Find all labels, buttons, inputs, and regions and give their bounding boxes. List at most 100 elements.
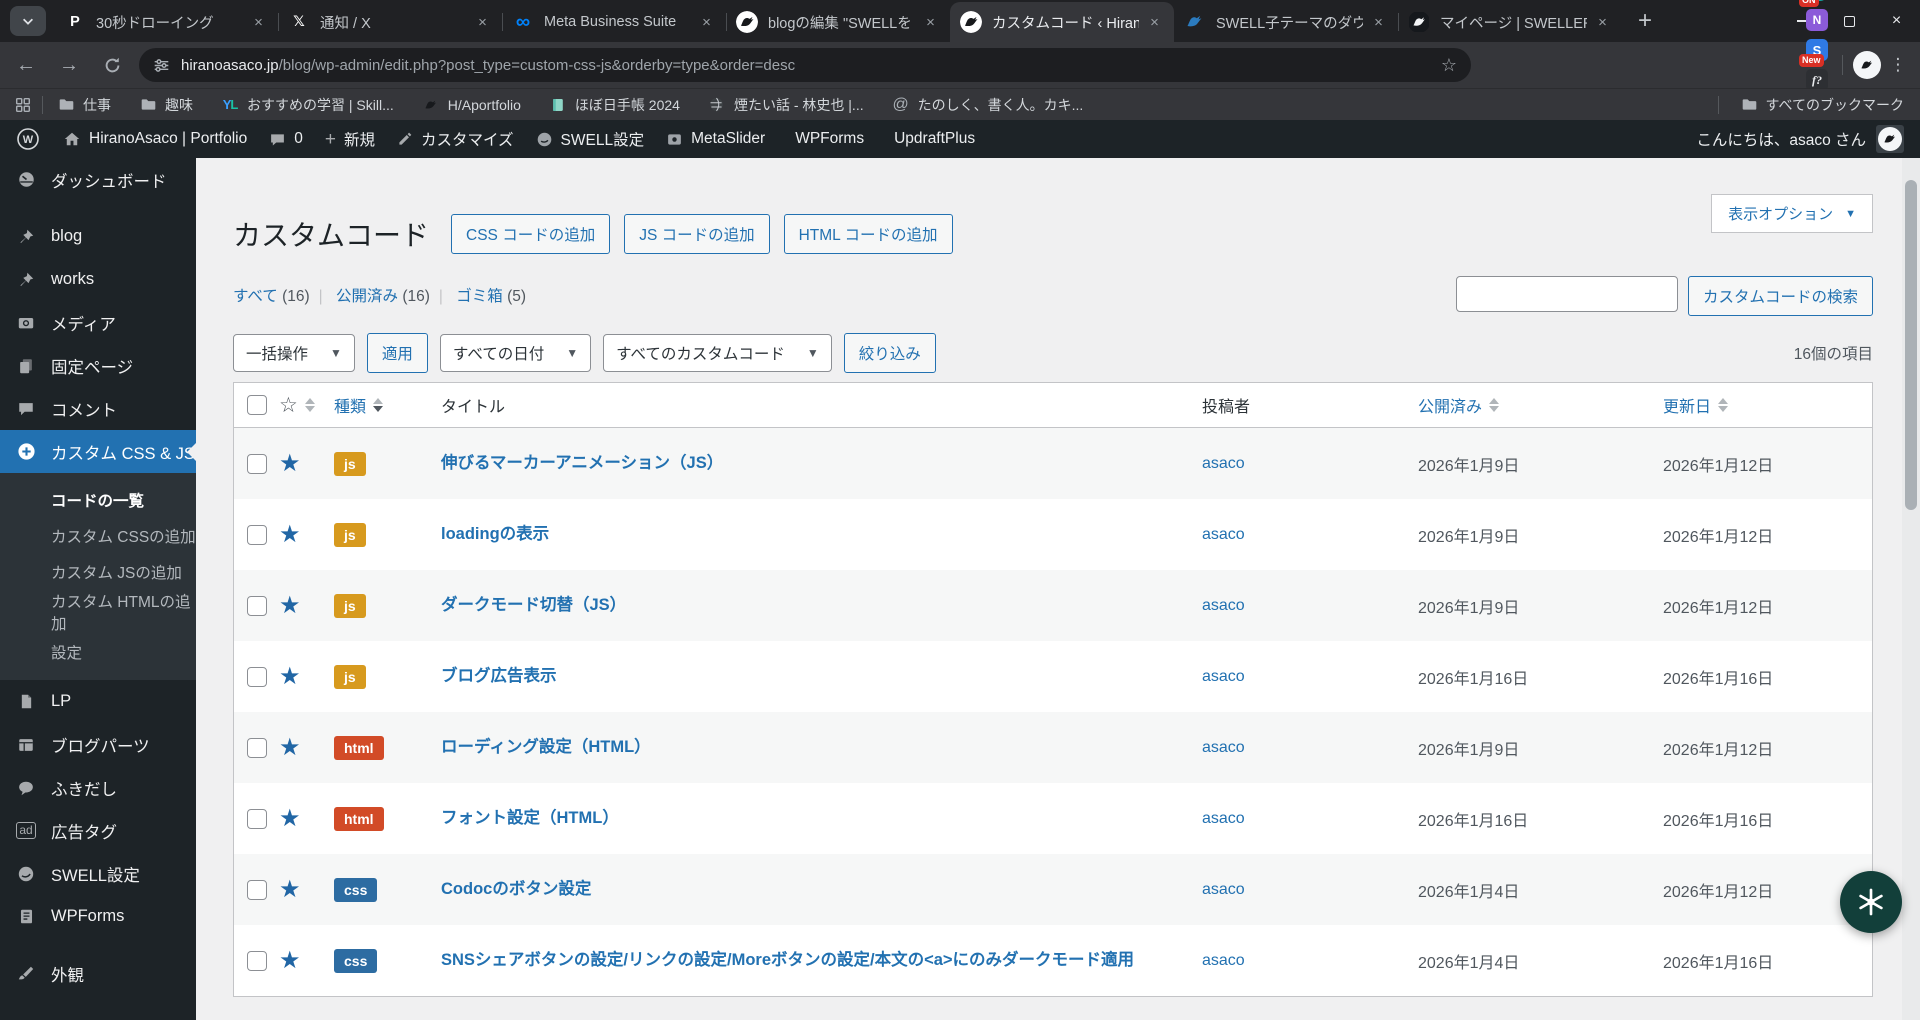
tab-close-icon[interactable]: × (697, 13, 716, 32)
new-tab-button[interactable]: + (1628, 4, 1662, 38)
row-title-link[interactable]: 伸びるマーカーアニメーション（JS） (441, 454, 723, 472)
browser-tab[interactable]: カスタムコード ‹ HiranoA × (950, 2, 1174, 42)
row-author-link[interactable]: asaco (1202, 526, 1245, 543)
add-code-button[interactable]: CSS コードの追加 (451, 214, 611, 254)
row-title-link[interactable]: ダークモード切替（JS） (441, 596, 626, 614)
favorite-star-icon[interactable]: ★ (279, 451, 301, 476)
extension-icon[interactable]: S New (1799, 35, 1832, 67)
browser-tab[interactable]: ∞ Meta Business Suite × (502, 2, 726, 42)
row-checkbox[interactable] (246, 879, 267, 900)
chat-widget[interactable] (1840, 871, 1902, 933)
favorite-star-icon[interactable]: ★ (279, 806, 301, 831)
row-checkbox[interactable] (246, 524, 267, 545)
adminbar-item[interactable]: HiranoAsaco | Portfolio (52, 120, 258, 158)
adminbar-account[interactable]: こんにちは、asaco さん (1696, 125, 1920, 153)
sidebar-item-custom-css-js[interactable]: カスタム CSS & JS (0, 430, 196, 473)
add-code-button[interactable]: HTML コードの追加 (783, 214, 953, 254)
scrollbar-thumb[interactable] (1905, 180, 1917, 510)
sidebar-menu-item[interactable]: WPForms (0, 895, 196, 938)
tab-close-icon[interactable]: × (1593, 13, 1612, 32)
view-label[interactable]: ゴミ箱 (456, 288, 503, 305)
sidebar-submenu-item[interactable]: 設定 (0, 634, 196, 670)
bookmark-item[interactable]: 趣味 (139, 95, 193, 115)
back-icon[interactable]: ← (9, 48, 43, 82)
tab-search-button[interactable] (10, 6, 46, 36)
screen-options-button[interactable]: 表示オプション ▼ (1711, 194, 1873, 233)
favorite-star-icon[interactable]: ★ (279, 593, 301, 618)
row-checkbox[interactable] (246, 453, 267, 474)
row-title-link[interactable]: ブログ広告表示 (441, 667, 557, 685)
bulk-actions-select[interactable]: 一括操作 ▼ (233, 334, 355, 372)
row-author-link[interactable]: asaco (1202, 597, 1245, 614)
wordpress-logo-icon[interactable]: W (0, 127, 52, 151)
sidebar-menu-item[interactable]: コメント (0, 387, 196, 430)
column-type[interactable]: 種類 (334, 393, 384, 417)
column-published[interactable]: 公開済み (1418, 393, 1500, 417)
adminbar-item[interactable]: SWELL設定 (525, 120, 656, 158)
profile-avatar[interactable] (1853, 51, 1881, 79)
sidebar-menu-item[interactable]: ダッシュボード (0, 158, 196, 201)
browser-menu-icon[interactable]: ⋮ (1888, 55, 1908, 75)
browser-tab[interactable]: 𝕏 通知 / X × (278, 2, 502, 42)
browser-tab[interactable]: blogの編集 "SWELLを × (726, 2, 950, 42)
favorite-star-icon[interactable]: ★ (279, 522, 301, 547)
view-filter-link[interactable]: 公開済み (16) (336, 288, 452, 305)
favorite-star-icon[interactable]: ★ (279, 948, 301, 973)
adminbar-item[interactable]: WPForms (776, 120, 875, 158)
row-title-link[interactable]: loadingの表示 (441, 525, 549, 543)
row-checkbox[interactable] (246, 666, 267, 687)
bookmark-item[interactable]: ほぼ日手帳 2024 (549, 95, 680, 115)
sidebar-submenu-item[interactable]: コードの一覧 (0, 482, 196, 518)
select-all-checkbox[interactable] (246, 395, 267, 415)
adminbar-item[interactable]: UpdraftPlus (875, 120, 986, 158)
add-code-button[interactable]: JS コードの追加 (624, 214, 770, 254)
row-checkbox[interactable] (246, 595, 267, 616)
sidebar-menu-item[interactable]: LP (0, 680, 196, 723)
sidebar-menu-item[interactable]: メディア (0, 301, 196, 344)
row-title-link[interactable]: SNSシェアボタンの設定/リンクの設定/Moreボタンの設定/本文の<a>にのみ… (441, 951, 1134, 969)
row-title-link[interactable]: Codocのボタン設定 (441, 880, 591, 898)
adminbar-item[interactable]: 0 (258, 120, 314, 158)
row-checkbox[interactable] (246, 950, 267, 971)
row-author-link[interactable]: asaco (1202, 739, 1245, 756)
bookmark-item[interactable]: 煙たい話 - 林史也 |... (708, 95, 864, 115)
sidebar-menu-item[interactable]: 外観 (0, 952, 196, 995)
row-checkbox[interactable] (246, 808, 267, 829)
row-author-link[interactable]: asaco (1202, 455, 1245, 472)
favorite-star-icon[interactable]: ★ (279, 735, 301, 760)
sidebar-menu-item[interactable]: ad 広告タグ (0, 809, 196, 852)
row-title-link[interactable]: ローディング設定（HTML） (441, 738, 651, 756)
bookmark-item[interactable]: H/Aportfolio (422, 95, 521, 115)
browser-tab[interactable]: SWELL子テーマのダウン × (1174, 2, 1398, 42)
apps-grid-icon[interactable] (14, 96, 32, 114)
apply-button[interactable]: 適用 (366, 333, 428, 373)
address-bar[interactable]: hiranoasaco.jp/blog/wp-admin/edit.php?po… (139, 48, 1471, 82)
sidebar-menu-item[interactable]: works (0, 258, 196, 301)
column-modified[interactable]: 更新日 (1663, 393, 1729, 417)
sidebar-menu-item[interactable]: blog (0, 215, 196, 258)
browser-tab[interactable]: マイページ | SWELLERS' × (1398, 2, 1622, 42)
site-info-icon[interactable] (153, 57, 170, 74)
type-filter-select[interactable]: すべてのカスタムコード ▼ (603, 334, 832, 372)
sidebar-submenu-item[interactable]: カスタム JSの追加 (0, 554, 196, 590)
bookmark-item[interactable]: @ たのしく、書く人。カキ... (892, 95, 1083, 115)
extension-icon[interactable]: N (1802, 5, 1832, 35)
sidebar-submenu-item[interactable]: カスタム CSSの追加 (0, 518, 196, 554)
favorite-star-icon[interactable]: ★ (279, 664, 301, 689)
row-checkbox[interactable] (246, 737, 267, 758)
adminbar-item[interactable]: MetaSlider (655, 120, 776, 158)
adminbar-item[interactable]: カスタマイズ (386, 120, 525, 158)
row-author-link[interactable]: asaco (1202, 881, 1245, 898)
date-filter-select[interactable]: すべての日付 ▼ (439, 334, 592, 372)
sidebar-menu-item[interactable]: 固定ページ (0, 344, 196, 387)
page-scrollbar[interactable] (1902, 158, 1920, 1020)
sidebar-submenu-item[interactable]: カスタム HTMLの追加 (0, 590, 196, 634)
browser-tab[interactable]: P 30秒ドローイング × (54, 2, 278, 42)
row-author-link[interactable]: asaco (1202, 952, 1245, 969)
row-author-link[interactable]: asaco (1202, 668, 1245, 685)
tab-close-icon[interactable]: × (1369, 13, 1388, 32)
filter-button[interactable]: 絞り込み (843, 333, 936, 373)
adminbar-item[interactable]: + 新規 (314, 120, 386, 158)
search-input[interactable] (1455, 276, 1678, 312)
bookmark-star-icon[interactable]: ☆ (1441, 55, 1457, 76)
